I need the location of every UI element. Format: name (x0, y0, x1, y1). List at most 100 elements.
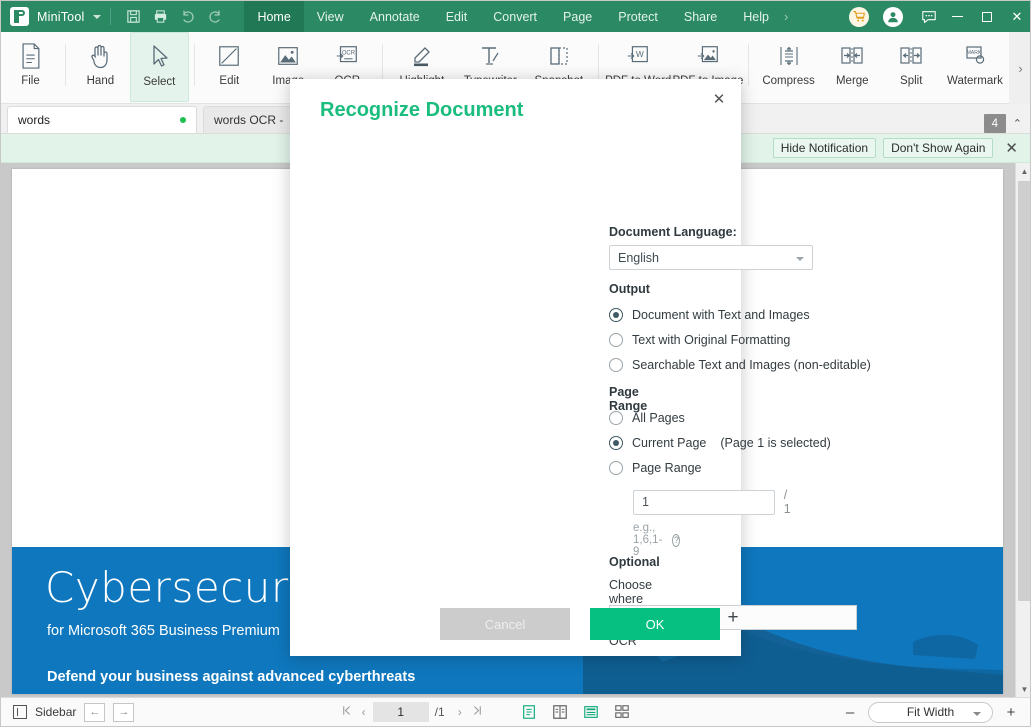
menu-item-share[interactable]: Share (671, 1, 730, 32)
app-brand[interactable]: MiniTool (1, 7, 102, 26)
typewriter-icon (477, 39, 503, 73)
output-section-label: Output (609, 282, 650, 296)
recognize-document-dialog: ✕ Recognize Document Document Language: … (290, 79, 871, 656)
page-number-input[interactable]: 1 (372, 702, 429, 722)
ribbon-button-file[interactable]: File (1, 32, 60, 100)
document-language-select[interactable]: English (609, 245, 813, 270)
optional-section-label: Optional (609, 555, 660, 569)
ok-button[interactable]: OK (590, 608, 720, 640)
ribbon-expand-icon[interactable]: › (1009, 32, 1030, 104)
pdf-to-image-icon (695, 39, 721, 73)
document-language-label: Document Language: (609, 225, 737, 239)
account-icon[interactable] (883, 6, 903, 27)
banner-subtitle: for Microsoft 365 Business Premium (47, 623, 280, 639)
vertical-scrollbar[interactable]: ▲ ▼ (1015, 163, 1030, 698)
nav-back-button[interactable]: ← (84, 702, 106, 722)
unsaved-indicator-icon (180, 117, 186, 123)
page-range-input[interactable]: 1 (633, 489, 775, 515)
cart-icon[interactable] (849, 6, 869, 27)
output-option-document-with-text-and-images[interactable]: Document with Text and Images (609, 308, 909, 322)
notification-close-icon[interactable]: ✕ (1005, 139, 1018, 157)
dialog-close-icon[interactable]: ✕ (707, 87, 731, 111)
print-icon[interactable] (148, 4, 173, 29)
output-option-searchable-text-and-images[interactable]: Searchable Text and Images (non-editable… (609, 358, 909, 372)
ribbon-button-watermark[interactable]: MARK Watermark (941, 32, 1009, 100)
divider (64, 44, 66, 86)
last-page-button[interactable] (467, 705, 488, 719)
undo-icon[interactable] (175, 4, 200, 29)
radio-icon (609, 461, 623, 475)
single-page-view-icon[interactable] (517, 701, 542, 723)
two-page-view-icon[interactable] (548, 701, 573, 723)
dont-show-again-button[interactable]: Don't Show Again (883, 138, 994, 158)
zoom-out-button[interactable]: – (839, 701, 861, 723)
ribbon-label: Select (143, 76, 176, 88)
ribbon-button-select[interactable]: Select (129, 32, 189, 102)
current-page-note: (Page 1 is selected) (720, 436, 831, 450)
maximize-button[interactable] (972, 1, 1002, 32)
option-label: Searchable Text and Images (non-editable… (632, 358, 871, 372)
application-window: MiniTool Home View Annotate Edit Convert… (0, 0, 1031, 727)
scroll-up-icon[interactable]: ▲ (1016, 163, 1030, 180)
ribbon-button-merge[interactable]: Merge (823, 32, 882, 100)
save-icon[interactable] (121, 4, 146, 29)
cancel-button[interactable]: Cancel (440, 608, 570, 640)
status-bar: Sidebar ← → ‹ 1 /1 › – Fit Width + (1, 697, 1030, 726)
menu-item-home[interactable]: Home (244, 1, 304, 32)
tab-label: words (18, 113, 51, 127)
option-label: Document with Text and Images (632, 308, 810, 322)
chevron-down-icon[interactable] (93, 14, 102, 19)
prev-page-button[interactable]: ‹ (357, 705, 371, 719)
menu-item-help[interactable]: Help (730, 1, 782, 32)
page-range-option-current-page[interactable]: Current Page (Page 1 is selected) (609, 436, 929, 450)
menu-item-view[interactable]: View (304, 1, 357, 32)
sidebar-label: Sidebar (35, 705, 77, 719)
ribbon-button-compress[interactable]: Compress (754, 32, 822, 100)
ribbon-button-hand[interactable]: Hand (71, 32, 130, 100)
page-range-option-all-pages[interactable]: All Pages (609, 411, 929, 425)
chevron-up-icon[interactable]: ⌃ (1013, 117, 1026, 130)
merge-icon (839, 39, 865, 73)
watermark-icon: MARK (962, 39, 988, 73)
menu-item-page[interactable]: Page (550, 1, 605, 32)
tab-count-badge[interactable]: 4 (983, 114, 1006, 133)
help-icon[interactable]: ? (672, 533, 681, 547)
ribbon-label: Hand (86, 75, 115, 87)
zoom-in-button[interactable]: + (1000, 701, 1022, 723)
ribbon-button-edit[interactable]: Edit (200, 32, 259, 100)
hide-notification-button[interactable]: Hide Notification (772, 138, 877, 158)
svg-text:MARK: MARK (967, 50, 982, 56)
scroll-down-icon[interactable]: ▼ (1016, 681, 1030, 698)
scrollbar-thumb[interactable] (1018, 181, 1030, 601)
dialog-title: Recognize Document (320, 99, 524, 121)
ribbon-button-split[interactable]: Split (882, 32, 941, 100)
sidebar-toggle[interactable]: Sidebar (1, 705, 76, 719)
radio-icon (609, 308, 623, 322)
output-option-text-with-original-formatting[interactable]: Text with Original Formatting (609, 333, 909, 347)
feedback-icon[interactable] (916, 1, 942, 32)
zoom-controls: – Fit Width + (839, 701, 1030, 723)
grid-view-icon[interactable] (610, 701, 635, 723)
page-navigation: ‹ 1 /1 › (336, 702, 488, 722)
next-page-button[interactable]: › (453, 705, 467, 719)
first-page-button[interactable] (336, 705, 357, 719)
minimize-button[interactable] (942, 1, 972, 32)
continuous-scroll-icon[interactable] (579, 701, 604, 723)
menu-overflow-icon[interactable]: › (782, 9, 792, 24)
close-icon: ✕ (1011, 8, 1023, 24)
menu-item-convert[interactable]: Convert (480, 1, 550, 32)
zoom-level-select[interactable]: Fit Width (867, 701, 993, 723)
nav-forward-button[interactable]: → (113, 702, 135, 722)
document-tab-words[interactable]: words (7, 106, 197, 133)
app-title: MiniTool (37, 9, 85, 24)
hand-icon (88, 39, 112, 73)
menu-item-annotate[interactable]: Annotate (357, 1, 433, 32)
document-language-value: English (618, 250, 659, 265)
title-bar-right: ✕ (842, 1, 1030, 32)
redo-icon[interactable] (202, 4, 227, 29)
menu-item-edit[interactable]: Edit (433, 1, 481, 32)
page-range-option-page-range[interactable]: Page Range (609, 461, 929, 475)
close-button[interactable]: ✕ (1002, 1, 1030, 32)
menu-item-protect[interactable]: Protect (605, 1, 671, 32)
sidebar-icon (13, 705, 27, 719)
